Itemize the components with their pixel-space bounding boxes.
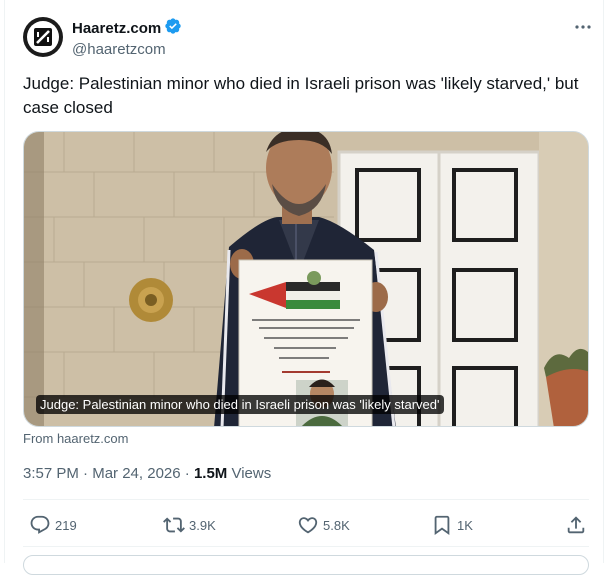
like-count: 5.8K: [323, 517, 350, 533]
action-bar: 219 3.9K 5.8K 1K: [23, 510, 589, 540]
meta-separator: ·: [180, 465, 194, 482]
tweet-text: Judge: Palestinian minor who died in Isr…: [23, 74, 579, 117]
meta-separator: ·: [78, 465, 93, 482]
more-options-icon[interactable]: [573, 19, 593, 35]
tweet-card: Haaretz.com @haaretzcom Judge: Palestini…: [4, 0, 604, 575]
divider: [23, 499, 589, 500]
tweet-meta: 3:57 PM · Mar 24, 2026 · 1.5M Views: [23, 464, 271, 484]
like-button[interactable]: 5.8K: [297, 510, 350, 540]
author-names: Haaretz.com @haaretzcom: [72, 17, 182, 60]
bookmark-button[interactable]: 1K: [431, 510, 473, 540]
media-caption: Judge: Palestinian minor who died in Isr…: [36, 395, 444, 414]
link-source[interactable]: From haaretz.com: [23, 431, 128, 446]
author-handle[interactable]: @haaretzcom: [72, 40, 182, 60]
tweet-time[interactable]: 3:57 PM: [23, 465, 79, 482]
media-card[interactable]: Judge: Palestinian minor who died in Isr…: [23, 131, 589, 427]
news-photo: [24, 132, 588, 426]
tweet-header: Haaretz.com @haaretzcom: [23, 17, 595, 60]
reply-count: 219: [55, 517, 77, 533]
repost-count: 3.9K: [189, 517, 216, 533]
tweet-date[interactable]: Mar 24, 2026: [92, 465, 180, 482]
reply-button[interactable]: 219: [29, 510, 77, 540]
verified-badge-icon: [164, 17, 182, 40]
reply-icon: [30, 515, 50, 534]
bookmark-count: 1K: [457, 517, 473, 533]
haaretz-logo-icon: [27, 21, 59, 53]
share-button[interactable]: [565, 510, 587, 540]
repost-button[interactable]: 3.9K: [163, 510, 216, 540]
views-count: 1.5M: [193, 465, 228, 482]
views-label: Views: [231, 465, 272, 482]
share-icon: [567, 516, 585, 534]
repost-icon: [163, 517, 185, 533]
heart-icon: [298, 517, 318, 534]
bookmark-icon: [434, 515, 450, 536]
divider: [23, 546, 589, 547]
author-display-name[interactable]: Haaretz.com: [72, 17, 182, 40]
display-name-text: Haaretz.com: [72, 20, 162, 37]
reply-composer[interactable]: [23, 555, 589, 575]
avatar[interactable]: [23, 17, 63, 57]
